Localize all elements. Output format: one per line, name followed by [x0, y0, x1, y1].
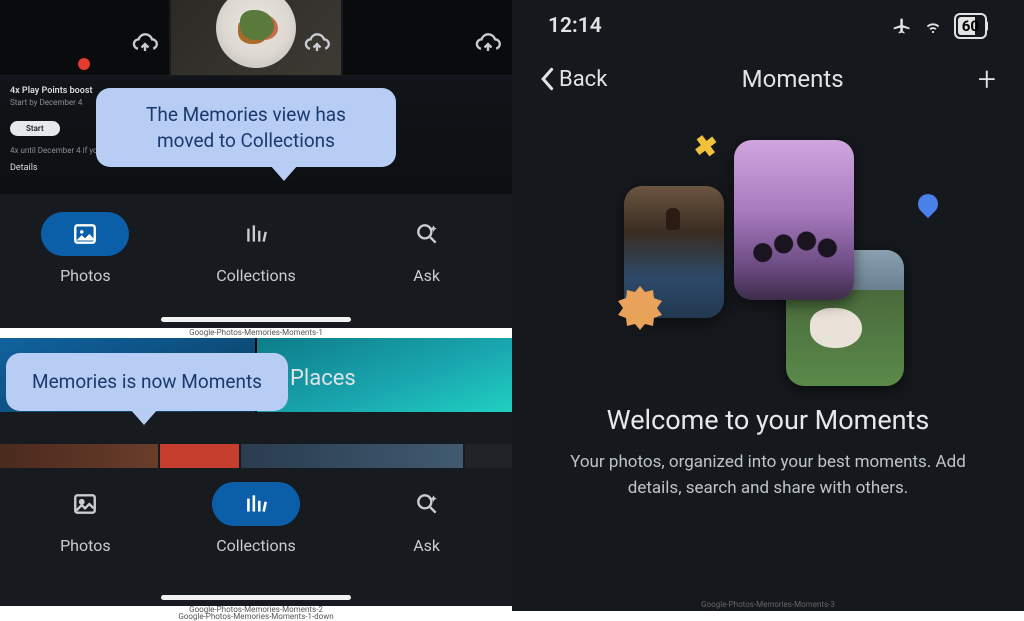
moments-screen: 12:14 60 Back Moments + ✖ [512, 0, 1024, 611]
welcome-body: Your photos, organized into your best mo… [548, 450, 988, 501]
home-indicator[interactable] [161, 317, 351, 322]
home-indicator[interactable] [161, 595, 351, 600]
ask-icon [414, 491, 440, 517]
collage-photo [734, 140, 854, 300]
nav-collections-label: Collections [216, 536, 296, 555]
nav-ask[interactable]: Ask [383, 212, 471, 285]
photo-icon [72, 221, 98, 247]
battery-level: 60 [958, 17, 981, 35]
tooltip-text: The Memories view has moved to Collectio… [146, 103, 346, 152]
cloud-upload-icon [474, 30, 502, 50]
photo-thumb[interactable] [171, 0, 340, 75]
bottom-nav: Photos Collections Ask [0, 468, 512, 606]
screenshot-panel-1: 4x Play Points boost Start by December 4… [0, 0, 512, 328]
nav-ask-label: Ask [413, 266, 440, 285]
add-button[interactable]: + [978, 63, 996, 95]
moments-collage: ✖ [512, 112, 1024, 402]
page-title: Moments [742, 65, 844, 93]
nav-photos-pill [41, 212, 129, 256]
welcome-block: Welcome to your Moments Your photos, org… [512, 404, 1024, 501]
nav-photos-label: Photos [60, 536, 111, 555]
info-tooltip: The Memories view has moved to Collectio… [96, 88, 396, 167]
chevron-left-icon [540, 67, 556, 91]
status-time: 12:14 [548, 14, 602, 38]
tooltip-text: Memories is now Moments [32, 370, 262, 393]
status-bar: 12:14 60 [512, 0, 1024, 52]
nav-collections[interactable]: Collections [212, 212, 300, 285]
cloud-upload-icon [303, 30, 331, 50]
notification-dot [78, 58, 90, 70]
nav-ask-label: Ask [413, 536, 440, 555]
back-button[interactable]: Back [540, 67, 607, 92]
start-button[interactable]: Start [10, 121, 60, 136]
screenshot-panel-2: Places Memories is now Moments Photos Co… [0, 338, 512, 606]
drop-icon [914, 190, 942, 218]
nav-ask[interactable]: Ask [383, 482, 471, 555]
battery-indicator: 60 [954, 13, 987, 39]
places-heading: Places [290, 366, 356, 391]
collections-icon [243, 491, 269, 517]
image-caption: Google-Photos-Memories-Moments-3 [512, 600, 1024, 609]
wifi-icon [922, 17, 944, 35]
collections-icon [243, 221, 269, 247]
page-header: Back Moments + [512, 52, 1024, 106]
nav-photos[interactable]: Photos [41, 212, 129, 285]
image-caption: Google-Photos-Memories-Moments-1 [0, 328, 512, 338]
sparkle-icon: ✖ [692, 129, 720, 165]
airplane-icon [892, 16, 912, 36]
bottom-nav: Photos Collections Ask [0, 204, 512, 328]
image-caption: Google-Photos-Memories-Moments-2 Google-… [0, 606, 512, 620]
photo-grid [0, 0, 512, 75]
nav-photos[interactable]: Photos [41, 482, 129, 555]
nav-photos-label: Photos [60, 266, 111, 285]
welcome-heading: Welcome to your Moments [548, 404, 988, 436]
ask-icon [414, 221, 440, 247]
nav-collections-label: Collections [216, 266, 296, 285]
photo-icon [72, 491, 98, 517]
info-tooltip: Memories is now Moments [6, 353, 288, 411]
photo-thumb[interactable] [343, 0, 512, 75]
burst-icon [612, 282, 668, 338]
back-label: Back [559, 67, 607, 92]
nav-collections[interactable]: Collections [212, 482, 300, 555]
cloud-upload-icon [131, 30, 159, 50]
